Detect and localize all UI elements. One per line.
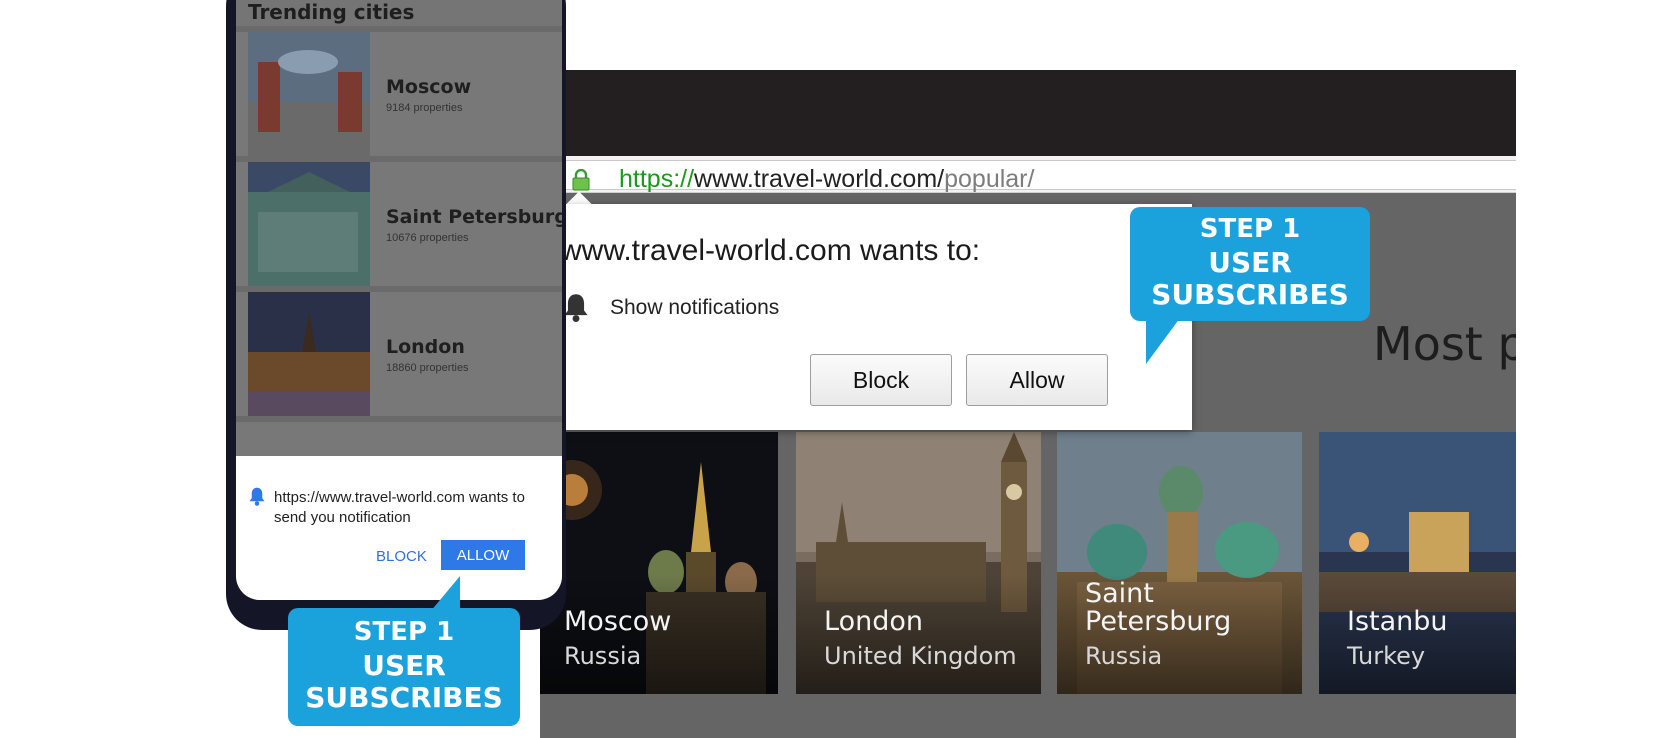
step1-callout-mobile: STEP 1 USER SUBSCRIBES [288, 608, 520, 726]
mobile-city-properties: 10676 properties [386, 232, 469, 244]
mobile-notification-prompt: https://www.travel-world.com wants to se… [236, 456, 562, 600]
city-card-moscow[interactable]: Moscow Russia [540, 432, 778, 694]
city-card-saint-petersburg[interactable]: Saint Petersburg Russia [1057, 432, 1302, 694]
callout-pointer [1146, 318, 1180, 364]
city-card-istanbul[interactable]: Istanbu Turkey [1319, 432, 1516, 694]
mobile-city-row-saint-petersburg[interactable]: Saint Petersburg 10676 properties [236, 156, 562, 286]
london-thumb [248, 292, 370, 416]
callout-line-user: USER [362, 649, 446, 682]
step1-callout-desktop: STEP 1 USER SUBSCRIBES [1130, 207, 1370, 321]
mobile-city-name: Moscow [386, 76, 472, 98]
permission-label: Show notifications [610, 296, 780, 319]
mobile-city-name: London [386, 336, 465, 358]
address-bar: https://www.travel-world.com/popular/ [540, 156, 1516, 193]
lock-icon [572, 169, 590, 191]
callout-line-user: USER [1208, 246, 1292, 279]
block-button[interactable]: Block [810, 354, 952, 406]
section-title: Trending cities [248, 0, 415, 24]
card-country: United Kingdom [824, 642, 1017, 670]
notification-message: https://www.travel-world.com wants to se… [274, 489, 525, 526]
url-path: popular/ [944, 165, 1035, 193]
callout-pointer [430, 576, 460, 612]
card-country: Russia [1085, 642, 1163, 670]
card-city: Saint Petersburg [1085, 578, 1232, 637]
callout-step: STEP 1 [1199, 214, 1301, 244]
moscow-thumb [248, 32, 370, 156]
url-text: https://www.travel-world.com/popular/ [619, 164, 1034, 194]
callout-line-subscribes: SUBSCRIBES [305, 681, 503, 714]
url-host: www.travel-world.com/ [694, 165, 945, 193]
notification-permission-prompt: www.travel-world.com wants to: Show noti… [540, 204, 1192, 430]
card-city: London [824, 606, 923, 637]
prompt-title: www.travel-world.com wants to: [560, 234, 981, 267]
card-country: Turkey [1347, 642, 1426, 670]
page-heading: Most p [1373, 317, 1516, 371]
allow-button[interactable]: Allow [966, 354, 1108, 406]
saint-petersburg-thumb [248, 162, 370, 286]
mobile-city-name: Saint Petersburg [386, 206, 562, 228]
callout-step: STEP 1 [353, 617, 455, 647]
mobile-city-row-london[interactable]: London 18860 properties [236, 286, 562, 416]
card-city: Istanbu [1347, 606, 1448, 637]
mobile-city-properties: 18860 properties [386, 362, 469, 374]
url-protocol: https:// [619, 165, 695, 193]
card-country: Russia [564, 642, 642, 670]
browser-title-bar [540, 70, 1516, 156]
callout-line-subscribes: SUBSCRIBES [1151, 278, 1349, 311]
mobile-city-row-moscow[interactable]: Moscow 9184 properties [236, 26, 562, 156]
bell-icon [249, 487, 265, 506]
mobile-screen: Trending cities Moscow 9184 properties S… [236, 0, 562, 600]
city-card-london[interactable]: London United Kingdom [796, 432, 1041, 694]
mobile-allow-button[interactable]: ALLOW [441, 540, 525, 570]
mobile-city-properties: 9184 properties [386, 102, 463, 114]
card-city: Moscow [564, 606, 672, 637]
mobile-block-button[interactable]: BLOCK [376, 548, 427, 565]
bell-icon [564, 294, 588, 322]
url-field[interactable]: https://www.travel-world.com/popular/ [554, 160, 1516, 193]
